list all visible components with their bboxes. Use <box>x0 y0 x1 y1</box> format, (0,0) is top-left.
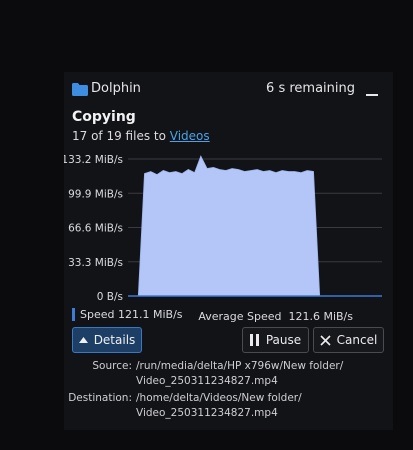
destination-path-line2: Video_250311234827.mp4 <box>136 407 278 419</box>
average-speed: Average Speed 121.6 MiB/s <box>198 310 353 323</box>
job-header: Dolphin 6 s remaining <box>64 72 393 108</box>
cancel-button[interactable]: Cancel <box>313 327 384 353</box>
minimize-icon[interactable] <box>365 84 379 98</box>
pause-label: Pause <box>265 333 302 347</box>
source-label: Source: <box>92 360 132 372</box>
current-speed: Speed 121.1 MiB/s <box>72 308 183 321</box>
source-path-line1: /run/media/delta/HP x796w/New folder/ <box>136 360 344 372</box>
app-name: Dolphin <box>91 81 141 96</box>
job-title: Copying <box>72 109 136 125</box>
folder-icon <box>72 83 88 96</box>
close-icon <box>320 334 331 346</box>
avg-speed-label: Average Speed <box>198 310 282 323</box>
speed-value: 121.1 MiB/s <box>117 308 183 321</box>
speed-area <box>132 155 326 297</box>
y-tick-label: 99.9 MiB/s <box>68 188 123 200</box>
y-tick-label: 66.6 MiB/s <box>68 223 123 235</box>
avg-speed-value: 121.6 MiB/s <box>288 310 353 323</box>
time-remaining: 6 s remaining <box>266 81 355 96</box>
details-label: Details <box>93 333 136 347</box>
speed-legend-swatch <box>72 308 75 321</box>
source-path-line2: Video_250311234827.mp4 <box>136 375 278 387</box>
job-progress: 17 of 19 files to Videos <box>72 129 210 143</box>
destination-path-line1: /home/delta/Videos/New folder/ <box>136 392 302 404</box>
pause-button[interactable]: Pause <box>242 327 309 353</box>
destination-link[interactable]: Videos <box>170 129 210 143</box>
progress-text: 17 of 19 files to <box>72 129 170 143</box>
chevron-up-icon <box>78 337 88 343</box>
speed-chart: 0 B/s 33.3 MiB/s 66.6 MiB/s 99.9 MiB/s 133.2… <box>61 150 393 303</box>
y-tick-label: 33.3 MiB/s <box>68 257 123 269</box>
pause-icon <box>249 334 260 346</box>
y-tick-label: 133.2 MiB/s <box>64 154 123 166</box>
speed-label: Speed <box>80 308 115 321</box>
y-tick-label: 0 B/s <box>97 291 123 302</box>
details-button[interactable]: Details <box>72 327 142 353</box>
copy-job-popup: Dolphin 6 s remaining Copying 17 of 19 f… <box>61 72 393 430</box>
destination-label: Destination: <box>68 392 132 404</box>
speed-chart-svg: 0 B/s 33.3 MiB/s 66.6 MiB/s 99.9 MiB/s 133.2… <box>61 154 382 303</box>
cancel-label: Cancel <box>336 333 378 347</box>
